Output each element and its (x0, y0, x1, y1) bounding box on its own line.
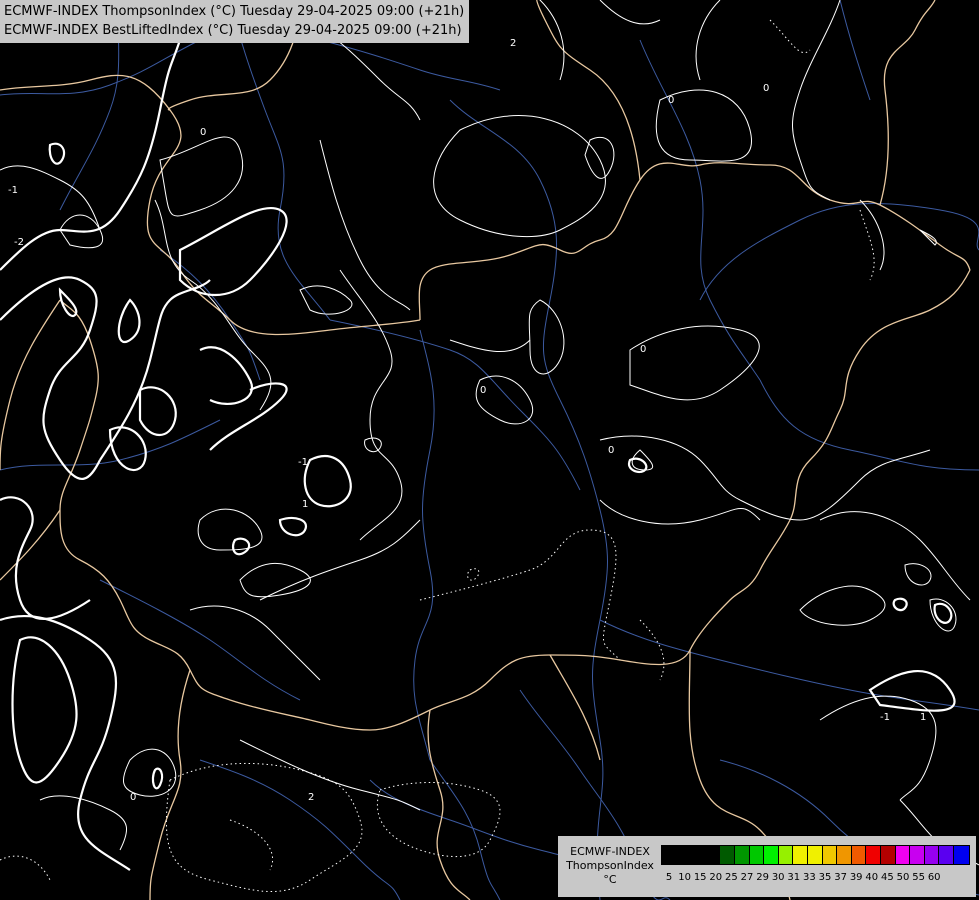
title-best-lifted-index: ECMWF-INDEX BestLiftedIndex (°C) Tuesday… (4, 23, 462, 38)
contour-label: 0 (763, 83, 769, 94)
contour-label: 0 (608, 445, 614, 456)
contour-label: -1 (8, 185, 18, 196)
legend-label: ECMWF-INDEX ThompsonIndex °C (562, 845, 658, 887)
weather-map: 0 0 0 2 -1 -2 -1 0 -1 0 2 1 0 -2 1 0 (0, 0, 979, 900)
legend-parameter: ThompsonIndex (566, 859, 654, 872)
contour-label: 1 (302, 499, 308, 510)
title-thompson-index: ECMWF-INDEX ThompsonIndex (°C) Tuesday 2… (4, 4, 465, 19)
map-title: ECMWF-INDEX ThompsonIndex (°C) Tuesday 2… (0, 0, 470, 43)
contour-label: 2 (308, 792, 314, 803)
color-legend: ECMWF-INDEX ThompsonIndex °C 5 10 15 20 25 27… (558, 836, 976, 897)
legend-swatch (953, 845, 970, 865)
legend-tick: 60 (927, 872, 941, 883)
contour-label: 0 (480, 385, 486, 396)
contour-label: 1 (920, 712, 926, 723)
contour-label: -2 (14, 237, 24, 248)
contour-label: 0 (200, 127, 206, 138)
contour-label: 2 (510, 38, 516, 49)
contour-label: -1 (298, 457, 308, 468)
legend-unit: °C (603, 873, 617, 886)
legend-model: ECMWF-INDEX (570, 845, 650, 858)
contour-label: 0 (130, 792, 136, 803)
contour-label: 0 (668, 95, 674, 106)
contour-label: -1 (880, 712, 890, 723)
contour-label: 0 (640, 344, 646, 355)
